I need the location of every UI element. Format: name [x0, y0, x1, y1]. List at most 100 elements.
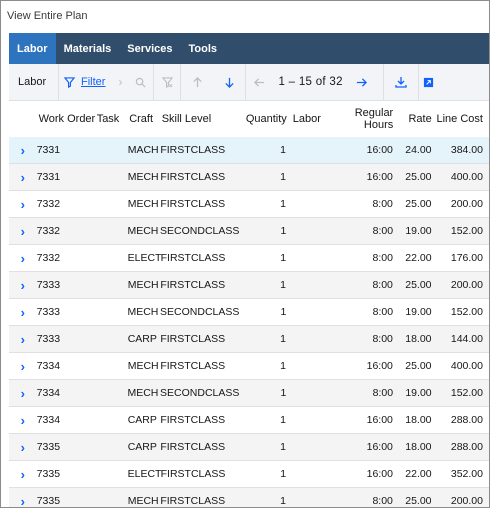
cell-craft: CARP	[127, 414, 157, 426]
cell-line-cost: 200.00	[450, 495, 483, 507]
cell-rate: 25.00	[405, 360, 432, 372]
expand-row-chevron-icon[interactable]: ›	[9, 332, 37, 347]
cell-quantity: 1	[280, 387, 287, 399]
table-row[interactable]: › 7332 ELECT FIRSTCLASS 1 8:00 22.00 176.00	[9, 245, 489, 272]
column-header-rate[interactable]: Rate	[397, 113, 435, 125]
cell-craft: MECH	[127, 387, 159, 399]
cell-quantity: 1	[280, 279, 286, 291]
cell-craft: MECH	[127, 279, 159, 291]
cell-skill-level: FIRSTCLASS	[160, 441, 226, 453]
table-row[interactable]: › 7333 MECH SECONDCLASS 1 8:00 19.00 152.00	[9, 299, 489, 326]
expand-row-chevron-icon[interactable]: ›	[9, 143, 37, 158]
column-header-task[interactable]: Task	[97, 113, 130, 125]
table-row[interactable]: › 7334 CARP FIRSTCLASS 1 16:00 18.00 288.00	[9, 407, 489, 434]
table-row[interactable]: › 7333 MECH FIRSTCLASS 1 8:00 25.00 200.00	[9, 272, 489, 299]
expand-row-chevron-icon[interactable]: ›	[9, 170, 37, 185]
export-icon[interactable]	[419, 64, 439, 100]
column-header-labor[interactable]: Labor	[293, 113, 328, 125]
column-header-skill-level[interactable]: Skill Level	[162, 113, 238, 125]
table-row[interactable]: › 7335 CARP FIRSTCLASS 1 16:00 18.00 288.00	[9, 434, 489, 461]
expand-row-chevron-icon[interactable]: ›	[9, 278, 37, 293]
cell-regular-hours: 8:00	[372, 333, 393, 345]
tab-materials[interactable]: Materials	[56, 33, 120, 64]
tab-bar: Labor Materials Services Tools	[9, 33, 489, 64]
cell-work-order: 7332	[36, 252, 61, 264]
cell-regular-hours: 8:00	[372, 198, 393, 210]
cell-rate: 25.00	[405, 495, 432, 507]
cell-work-order: 7334	[36, 387, 60, 399]
tab-services[interactable]: Services	[119, 33, 180, 64]
table-toolbar: Labor Filter › 1 – 15 of 32	[9, 64, 489, 101]
cell-quantity: 1	[280, 306, 287, 318]
column-header-craft[interactable]: Craft	[129, 113, 162, 125]
cell-rate: 19.00	[405, 387, 432, 399]
chevron-right-icon[interactable]: ›	[113, 64, 127, 100]
expand-row-chevron-icon[interactable]: ›	[9, 224, 37, 239]
cell-regular-hours: 8:00	[372, 252, 393, 264]
cell-quantity: 1	[280, 468, 287, 480]
table-row[interactable]: › 7335 ELECT FIRSTCLASS 1 16:00 22.00 352.00	[9, 461, 489, 488]
column-header-quantity[interactable]: Quantity	[238, 113, 293, 125]
table-row[interactable]: › 7332 MECH FIRSTCLASS 1 8:00 25.00 200.00	[9, 191, 489, 218]
table-row[interactable]: › 7333 CARP FIRSTCLASS 1 8:00 18.00 144.00	[9, 326, 489, 353]
filter-icon[interactable]	[59, 64, 79, 100]
expand-row-chevron-icon[interactable]: ›	[9, 386, 37, 401]
window-title: View Entire Plan	[1, 1, 489, 32]
cell-work-order: 7335	[36, 441, 61, 453]
cell-work-order: 7332	[36, 225, 60, 237]
table-row[interactable]: › 7331 MECH FIRSTCLASS 1 16:00 25.00 400.00	[9, 164, 489, 191]
column-header-line-cost[interactable]: Line Cost	[436, 113, 489, 125]
table-row[interactable]: › 7335 MECH FIRSTCLASS 1 8:00 25.00 200.00	[9, 488, 489, 508]
column-header-work-order[interactable]: Work Order	[37, 113, 97, 125]
cell-line-cost: 288.00	[450, 414, 483, 426]
cell-craft: CARP	[127, 333, 157, 345]
cell-work-order: 7333	[36, 306, 60, 318]
filter-link[interactable]: Filter	[81, 76, 105, 88]
table-row[interactable]: › 7334 MECH SECONDCLASS 1 8:00 19.00 152.00	[9, 380, 489, 407]
expand-row-chevron-icon[interactable]: ›	[9, 440, 37, 455]
tab-tools[interactable]: Tools	[181, 33, 226, 64]
table-row[interactable]: › 7331 MACH FIRSTCLASS 1 16:00 24.00 384.00	[9, 137, 489, 164]
column-header-regular-hours[interactable]: Regular Hours	[328, 107, 397, 131]
expand-row-chevron-icon[interactable]: ›	[9, 305, 37, 320]
expand-row-chevron-icon[interactable]: ›	[9, 197, 37, 212]
download-icon[interactable]	[384, 64, 418, 100]
cell-quantity: 1	[280, 198, 286, 210]
table-row[interactable]: › 7334 MECH FIRSTCLASS 1 16:00 25.00 400.00	[9, 353, 489, 380]
cell-rate: 22.00	[405, 468, 432, 480]
expand-row-chevron-icon[interactable]: ›	[9, 467, 37, 482]
expand-row-chevron-icon[interactable]: ›	[9, 494, 37, 508]
table-row[interactable]: › 7332 MECH SECONDCLASS 1 8:00 19.00 152.00	[9, 218, 489, 245]
expand-row-chevron-icon[interactable]: ›	[9, 413, 37, 428]
cell-rate: 18.00	[405, 441, 432, 453]
cell-work-order: 7334	[36, 414, 61, 426]
cell-regular-hours: 8:00	[372, 306, 394, 318]
tab-labor[interactable]: Labor	[9, 33, 56, 64]
cell-work-order: 7331	[36, 171, 61, 183]
cell-rate: 18.00	[405, 414, 432, 426]
cell-regular-hours: 16:00	[366, 468, 393, 480]
cell-regular-hours: 8:00	[372, 387, 394, 399]
table-title: Labor	[18, 76, 47, 88]
arrow-down-icon[interactable]	[213, 64, 245, 100]
cell-skill-level: FIRSTCLASS	[160, 360, 226, 372]
expand-row-chevron-icon[interactable]: ›	[9, 251, 37, 266]
search-icon[interactable]	[127, 64, 153, 100]
cell-craft: ELECT	[127, 468, 162, 480]
cell-rate: 18.00	[405, 333, 432, 345]
cell-skill-level: FIRSTCLASS	[160, 414, 226, 426]
arrow-left-icon[interactable]	[246, 64, 272, 100]
arrow-right-icon[interactable]	[349, 64, 375, 100]
cell-skill-level: SECONDCLASS	[160, 387, 240, 399]
cell-regular-hours: 8:00	[372, 495, 393, 507]
arrow-up-icon[interactable]	[181, 64, 213, 100]
cell-quantity: 1	[280, 333, 286, 345]
cell-skill-level: SECONDCLASS	[160, 306, 240, 318]
cell-work-order: 7333	[36, 279, 61, 291]
expand-row-chevron-icon[interactable]: ›	[9, 359, 37, 374]
clear-filter-icon[interactable]	[154, 64, 180, 100]
cell-line-cost: 400.00	[450, 360, 483, 372]
cell-regular-hours: 16:00	[366, 360, 393, 372]
cell-quantity: 1	[280, 495, 286, 507]
cell-regular-hours: 16:00	[366, 144, 393, 156]
